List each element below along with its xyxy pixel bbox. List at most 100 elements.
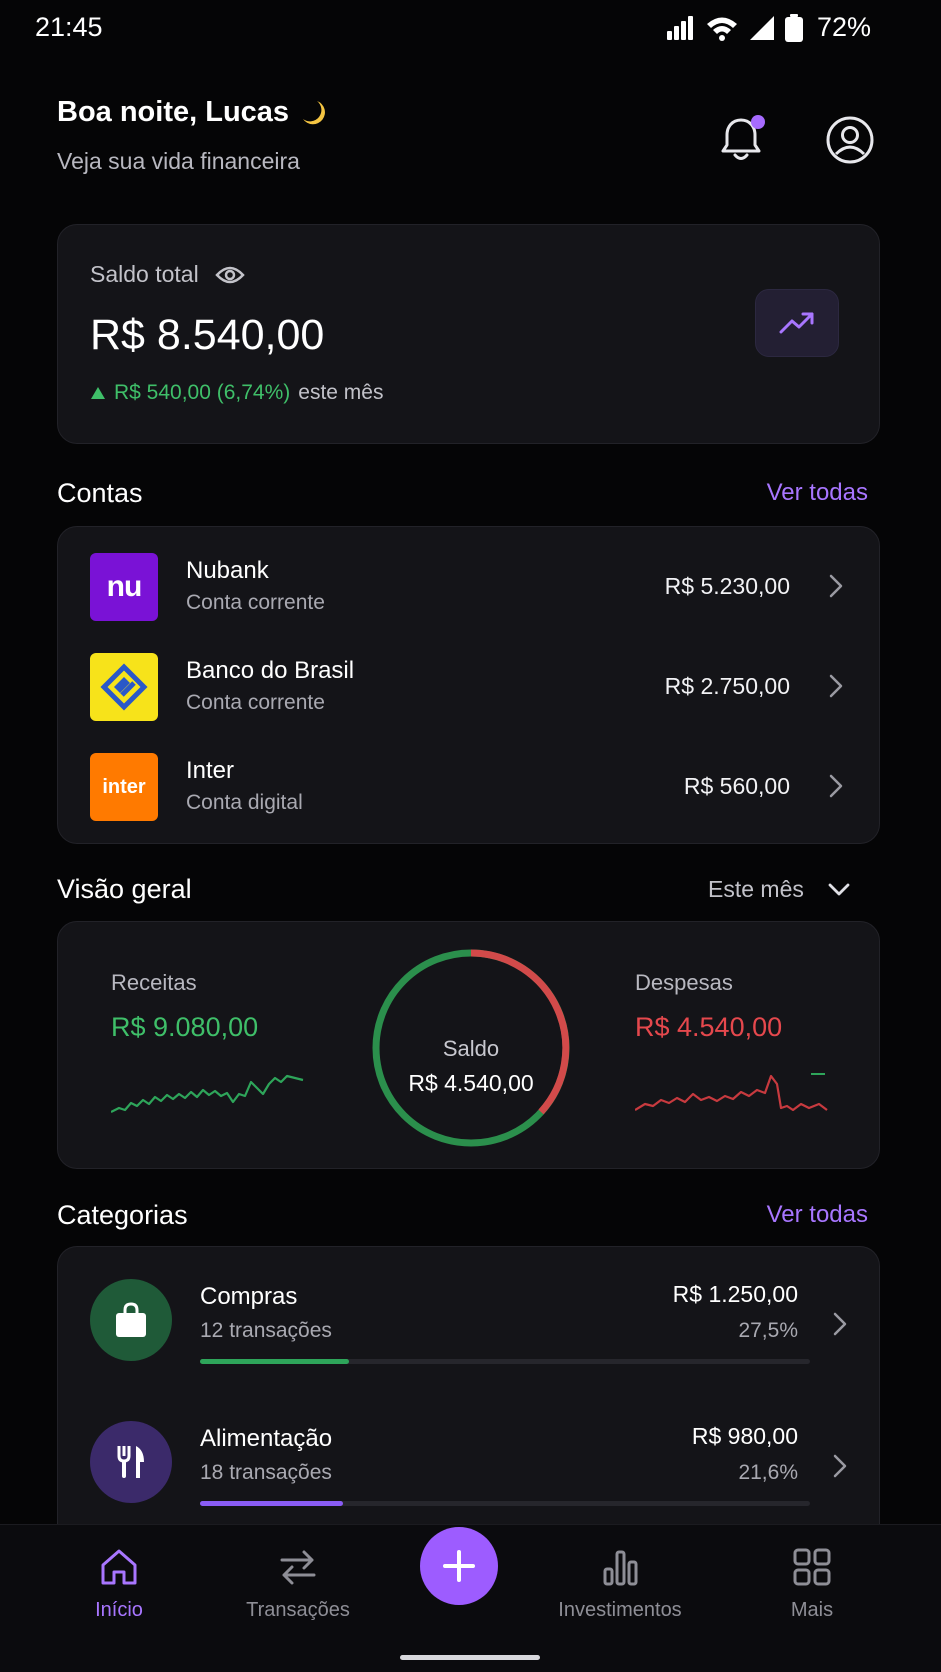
expense-value: R$ 4.540,00 [635,1012,783,1042]
balance-change-value: R$ 540,00 (6,74%) [114,381,291,404]
accounts-card: nu Nubank Conta corrente R$ 5.230,00 Ban… [57,526,880,844]
category-progress-fill [200,1501,344,1506]
battery-icon [784,13,803,42]
account-balance: R$ 560,00 [683,773,790,799]
bottom-nav: Início Transações Investimentos Mais [0,1524,941,1672]
wifi-icon [706,17,737,41]
chevron-down-icon [828,883,850,895]
home-icon [101,1549,137,1585]
category-row-alimentacao[interactable]: Alimentação 18 transações R$ 980,00 21,6… [90,1421,850,1531]
mobile-signal-icon [749,15,774,40]
category-progress-track [200,1501,810,1506]
nav-item-mais[interactable]: Mais [737,1547,887,1622]
status-icons: 72% [666,12,871,43]
nav-item-investimentos[interactable]: Investimentos [545,1547,695,1622]
account-row-inter[interactable]: inter Inter Conta digital R$ 560,00 [90,753,850,821]
category-count: 12 transações [200,1319,332,1342]
transfer-icon [280,1550,316,1585]
account-row-nubank[interactable]: nu Nubank Conta corrente R$ 5.230,00 [90,553,850,621]
greeting: Boa noite, Lucas [57,96,329,129]
category-icon-bg [90,1421,172,1503]
eye-icon[interactable] [214,264,245,286]
notification-badge [751,115,765,129]
nav-item-transacoes[interactable]: Transações [223,1547,373,1622]
balance-change-suffix: este mês [298,381,384,404]
account-balance: R$ 2.750,00 [664,673,790,699]
expense-label: Despesas [635,970,733,995]
nav-label: Mais [790,1599,834,1621]
cutlery-icon [117,1446,144,1478]
trend-button[interactable] [755,289,839,357]
account-name: Banco do Brasil [186,657,355,684]
account-row-banco-do-brasil[interactable]: Banco do Brasil Conta corrente R$ 2.750,… [90,653,850,721]
shopping-bag-icon [116,1302,146,1337]
overview-card: Receitas R$ 9.080,00 Saldo R$ 4.540,00 D… [57,921,880,1169]
balance-card: Saldo total R$ 8.540,00 R$ 540,00 (6,74%… [57,224,880,444]
balance-donut: Saldo R$ 4.540,00 [365,948,577,1148]
banco-do-brasil-mark-icon [100,663,148,711]
greeting-subtitle: Veja sua vida financeira [57,148,300,174]
arrow-up-icon [91,387,105,399]
categories-see-all-link[interactable]: Ver todas [767,1201,868,1229]
balance-value: R$ 8.540,00 [90,311,325,359]
balance-label: Saldo total [90,261,199,287]
category-progress-fill [200,1359,350,1364]
categories-title: Categorias [57,1200,188,1230]
category-icon-bg [90,1279,172,1361]
battery-percent: 72% [816,12,871,42]
account-type: Conta digital [186,791,303,814]
moon-icon [303,100,326,124]
category-percent: 27,5% [738,1319,798,1342]
chevron-right-icon [829,774,843,798]
category-progress-track [200,1359,810,1364]
chevron-right-icon [829,674,843,698]
account-name: Inter [186,757,235,784]
signal-icon [666,15,693,40]
trending-up-icon [779,312,814,334]
expense-sparkline [635,1073,828,1112]
home-indicator [400,1655,540,1660]
nubank-logo-text: nu [106,570,143,603]
accounts-title: Contas [57,478,143,508]
nubank-logo: nu [90,553,158,621]
status-bar: 21:45 72% [0,0,941,56]
donut-value: R$ 4.540,00 [408,1070,534,1096]
category-name: Compras [200,1283,298,1310]
income-sparkline [111,1074,304,1113]
account-name: Nubank [186,557,269,584]
greeting-text: Boa noite, Lucas [57,96,290,128]
account-type: Conta corrente [186,691,325,714]
category-count: 18 transações [200,1461,332,1484]
add-transaction-button[interactable] [420,1527,498,1605]
donut-title: Saldo [442,1036,500,1061]
account-balance: R$ 5.230,00 [664,573,790,599]
chevron-right-icon [833,1454,847,1478]
nav-label: Investimentos [558,1599,682,1621]
nav-item-inicio[interactable]: Início [44,1547,194,1622]
category-name: Alimentação [200,1425,333,1452]
inter-logo: inter [90,753,158,821]
banco-do-brasil-logo [90,653,158,721]
income-value: R$ 9.080,00 [111,1012,259,1042]
chevron-right-icon [833,1312,847,1336]
status-time: 21:45 [35,12,103,42]
profile-icon[interactable] [824,114,876,166]
nav-label: Início [95,1599,143,1621]
inter-logo-text: inter [102,775,146,798]
overview-title: Visão geral [57,874,192,904]
nav-label: Transações [246,1599,350,1621]
period-label: Este mês [708,876,804,902]
account-type: Conta corrente [186,591,325,614]
chevron-right-icon [829,574,843,598]
plus-icon [443,1550,475,1582]
income-label: Receitas [111,970,197,995]
balance-label-row: Saldo total [90,261,245,288]
category-amount: R$ 980,00 [691,1423,798,1449]
category-percent: 21,6% [738,1461,798,1484]
balance-change: R$ 540,00 (6,74%) este mês [90,381,383,405]
accounts-see-all-link[interactable]: Ver todas [767,479,868,507]
category-amount: R$ 1.250,00 [672,1281,798,1307]
grid-icon [793,1548,831,1586]
category-row-compras[interactable]: Compras 12 transações R$ 1.250,00 27,5% [90,1279,850,1389]
period-selector[interactable]: Este mês [708,876,850,903]
